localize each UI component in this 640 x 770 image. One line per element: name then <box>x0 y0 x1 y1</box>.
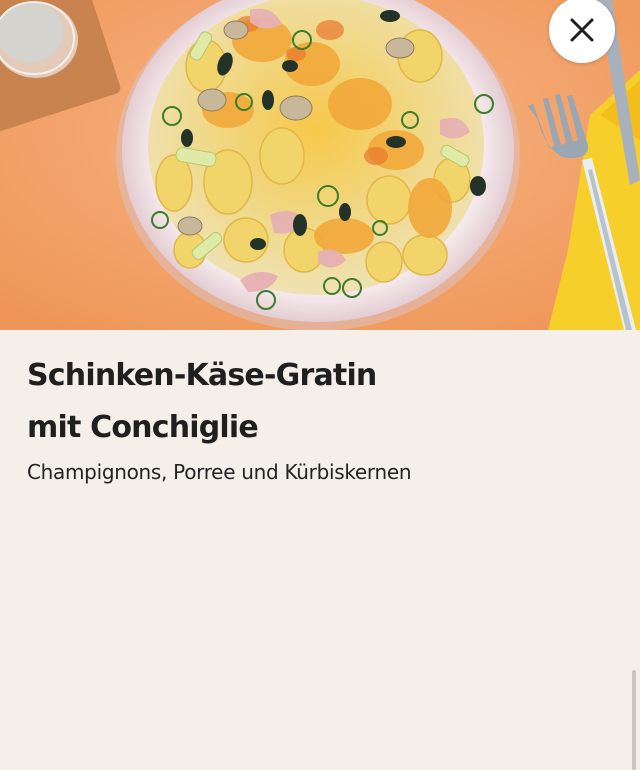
plate <box>116 0 520 330</box>
recipe-title: Schinken-Käse-Gratin mit Conchiglie <box>27 350 587 454</box>
close-button[interactable] <box>549 0 615 63</box>
close-icon <box>570 18 594 42</box>
scrollbar[interactable] <box>632 670 636 770</box>
recipe-hero-image <box>0 0 640 330</box>
recipe-title-line2: mit Conchiglie <box>27 410 259 445</box>
recipe-info-panel: Schinken-Käse-Gratin mit Conchiglie Cham… <box>0 330 640 770</box>
dish-photo <box>0 0 640 330</box>
recipe-title-line1: Schinken-Käse-Gratin <box>27 358 377 393</box>
recipe-subtitle: Champignons, Porree und Kürbiskernen <box>27 460 412 484</box>
